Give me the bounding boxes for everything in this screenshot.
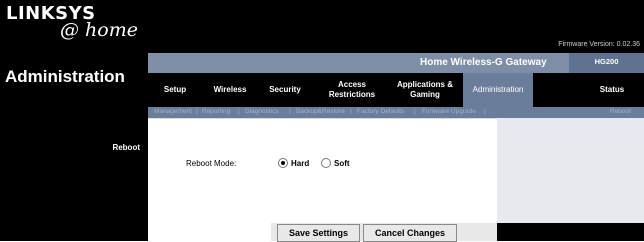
section-title: Administration: [5, 67, 125, 86]
subnav-factory-defaults[interactable]: Factory Defaults: [357, 108, 404, 117]
tab-status[interactable]: Status: [587, 73, 637, 107]
subnav-separator: |: [238, 108, 240, 115]
subnav-separator: |: [289, 108, 291, 115]
tab-applications-gaming[interactable]: Applications & Gaming: [392, 73, 458, 107]
radio-checked-dot: [281, 161, 285, 165]
tab-administration[interactable]: Administration: [463, 73, 533, 107]
reboot-mode-label: Reboot Mode:: [186, 159, 237, 168]
subnav-firmware-upgrade[interactable]: Firmware Upgrade: [422, 108, 476, 117]
footer-right: [497, 223, 644, 241]
radio-soft[interactable]: [321, 158, 331, 168]
subnav-management[interactable]: Management: [154, 108, 192, 117]
subnav-reporting[interactable]: Reporting: [202, 108, 230, 117]
tab-setup[interactable]: Setup: [152, 73, 198, 107]
group-label: Reboot: [112, 143, 140, 152]
subnav-separator: |: [414, 108, 416, 115]
radio-soft-label: Soft: [334, 159, 350, 168]
product-name: Home Wireless-G Gateway: [420, 57, 547, 68]
cancel-changes-button[interactable]: Cancel Changes: [363, 224, 457, 242]
help-panel: [497, 118, 644, 223]
subnav-reboot[interactable]: Reboot: [610, 108, 631, 117]
model-number: HG200: [594, 57, 619, 66]
content-divider: [148, 118, 497, 119]
subnav-diagnostics[interactable]: Diagnostics: [245, 108, 279, 117]
subnav-separator: |: [350, 108, 352, 115]
tab-security[interactable]: Security: [258, 73, 312, 107]
subnav-separator: |: [196, 108, 198, 115]
radio-hard[interactable]: [278, 158, 288, 168]
brand-sub-logo: @ home: [60, 19, 138, 41]
tab-wireless[interactable]: Wireless: [204, 73, 256, 107]
save-settings-button[interactable]: Save Settings: [277, 224, 360, 242]
radio-hard-label: Hard: [291, 159, 310, 168]
footer-left: [148, 223, 271, 241]
firmware-version: Firmware Version: 0.02.36: [558, 41, 640, 48]
tab-access-restrictions[interactable]: Access Restrictions: [317, 73, 387, 107]
subnav-separator: |: [484, 108, 486, 115]
subnav-backup-restore[interactable]: Backup&Restore: [296, 108, 345, 117]
